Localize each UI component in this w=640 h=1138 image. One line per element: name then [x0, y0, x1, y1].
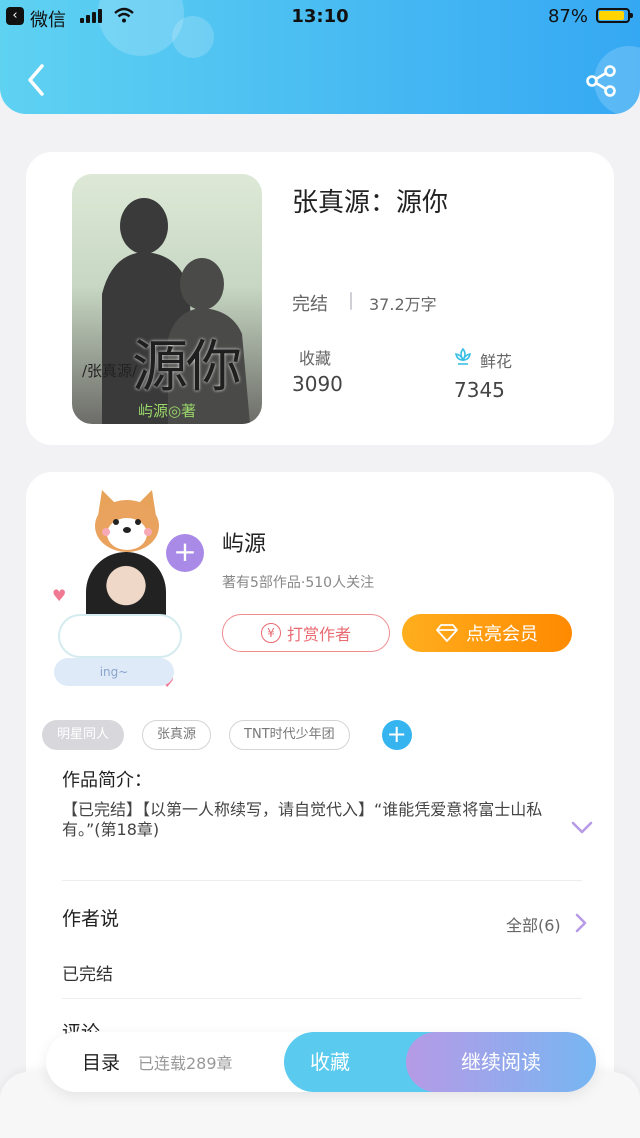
author-avatar[interactable]: ♥ ♥ ing~ + [48, 486, 204, 696]
intro-text: 【已完结】【以第一人称续写，请自觉代入】“谁能凭爱意将富士山私有。”(第18章) [62, 800, 543, 839]
corgi-icon [95, 490, 159, 552]
avatar-caption: ing~ [54, 658, 174, 686]
vip-button[interactable]: 点亮会员 [402, 614, 572, 652]
tag-list: 明星同人 张真源 TNT时代少年团 + [42, 720, 412, 750]
reward-label: 打赏作者 [286, 625, 351, 644]
battery-icon [596, 8, 633, 23]
divider [62, 998, 582, 999]
yen-icon: ¥ [260, 623, 281, 643]
continue-reading-button[interactable]: 继续阅读 [406, 1032, 596, 1092]
book-info-card: /张真源/ 源你 屿源◎著 张真源：源你 完结 37.2万字 收藏 3090 鲜… [26, 152, 614, 445]
book-status: 完结 [292, 294, 328, 315]
battery-percent: 87% [547, 6, 588, 27]
author-says-heading: 作者说 [62, 908, 120, 930]
tag-item[interactable]: TNT时代少年团 [229, 720, 350, 750]
toc-button[interactable]: 目录 [82, 1048, 120, 1075]
reward-author-button[interactable]: ¥ 打赏作者 [222, 614, 390, 652]
divider [62, 880, 582, 881]
flowers-count: 7345 [454, 378, 505, 402]
vip-label: 点亮会员 [466, 624, 538, 645]
author-meta: 著有5部作品·510人关注 [222, 575, 375, 591]
chevron-right-icon[interactable] [574, 912, 588, 934]
favorites-label: 收藏 [299, 349, 332, 368]
author-note: 已完结 [62, 965, 113, 985]
add-tag-button[interactable]: + [381, 720, 412, 750]
cover-title: 源你 [132, 335, 242, 400]
share-icon[interactable] [584, 64, 618, 98]
diamond-icon [436, 624, 458, 642]
book-cover[interactable]: /张真源/ 源你 屿源◎著 [72, 174, 262, 424]
cover-author: 屿源◎著 [137, 402, 197, 420]
divider [350, 292, 352, 310]
author-name[interactable]: 屿源 [222, 526, 266, 558]
intro-heading: 作品简介： [62, 770, 152, 791]
word-count: 37.2万字 [369, 295, 437, 314]
author-card: ♥ ♥ ing~ + 屿源 著有5部作品·510人关注 ¥ 打赏作者 点亮会员 … [26, 472, 614, 1112]
flowers-label: 鲜花 [480, 352, 513, 371]
chevron-down-icon[interactable] [570, 820, 594, 836]
cover-tag: /张真源/ [82, 362, 138, 380]
favorites-count: 3090 [292, 372, 343, 396]
book-title: 张真源：源你 [292, 188, 449, 218]
all-notes-link[interactable]: 全部(6) [506, 912, 561, 936]
follow-plus-icon[interactable]: + [166, 534, 204, 572]
tag-item[interactable]: 张真源 [142, 720, 212, 750]
status-bar: ‹ 微信 13:10 87% [0, 0, 640, 34]
clock: 13:10 [291, 6, 349, 27]
flower-icon[interactable] [452, 346, 474, 368]
cloud-decor [60, 616, 180, 656]
back-arrow-icon[interactable] [22, 62, 52, 98]
bottom-action-bar: 目录 已连载289章 收藏 继续阅读 [46, 1032, 596, 1092]
serial-status: 已连载289章 [138, 1054, 233, 1073]
heart-icon: ♥ [52, 586, 67, 605]
header: ‹ 微信 13:10 87% [0, 0, 640, 114]
tag-item[interactable]: 明星同人 [42, 720, 125, 750]
